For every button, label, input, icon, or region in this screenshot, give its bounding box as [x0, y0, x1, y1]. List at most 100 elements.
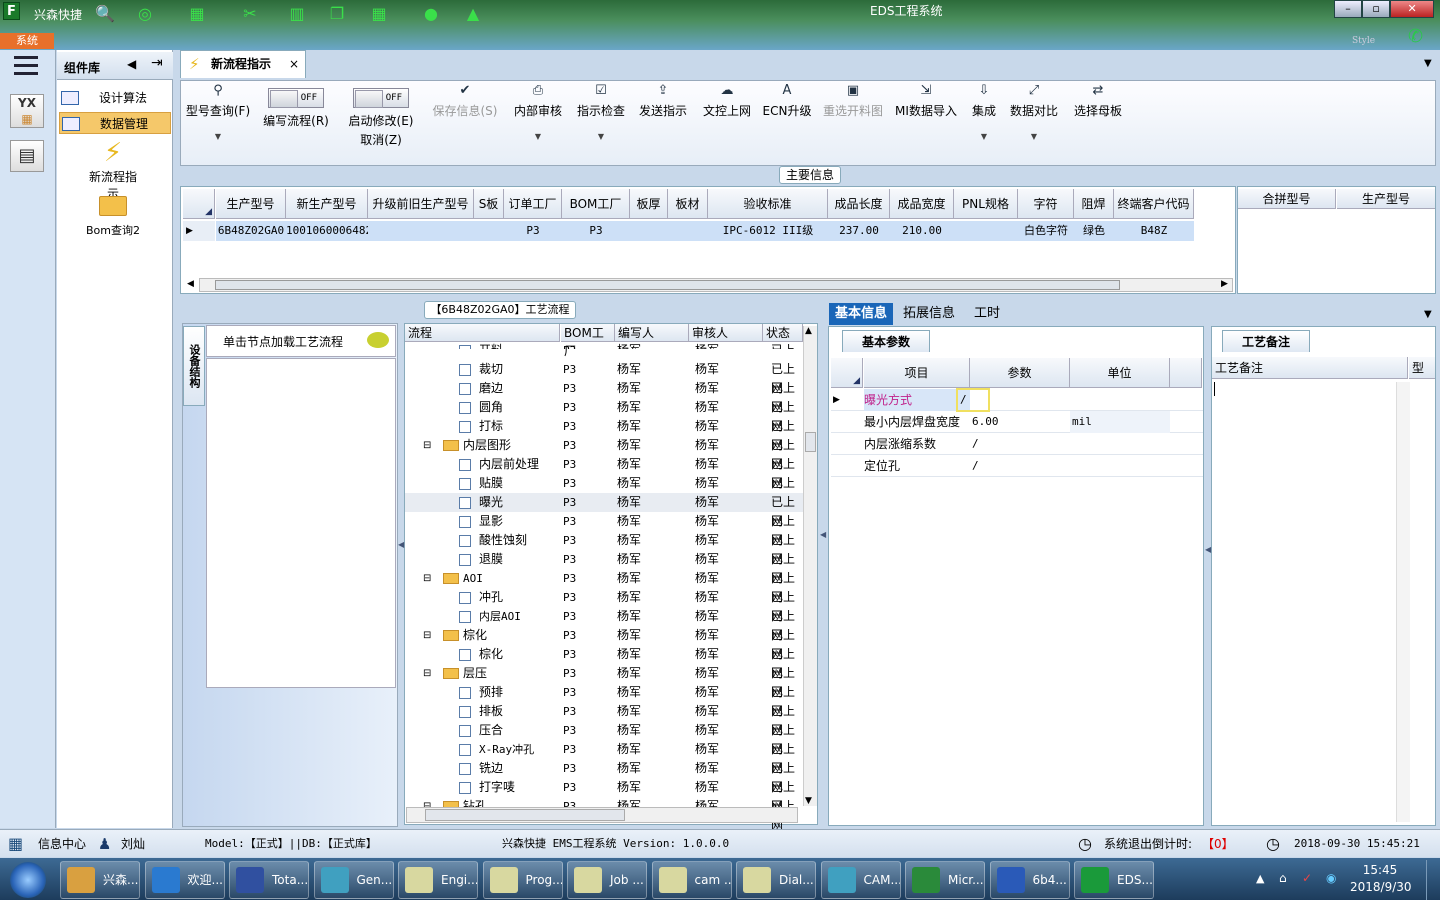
collapse-icon[interactable]: ⊟	[423, 569, 431, 588]
tab-process-memo[interactable]: 工艺备注	[1222, 330, 1310, 352]
sidebar-item-data-management[interactable]: 数据管理	[59, 112, 171, 134]
tab-new-flow[interactable]: ⚡ 新流程指示 ×	[180, 50, 306, 78]
start-button[interactable]	[2, 860, 54, 900]
flow-tree-row[interactable]: 圆角 P3 杨军 杨军 已上网	[405, 398, 803, 433]
sidebar-item-design-algorithm[interactable]: 设计算法	[59, 87, 171, 109]
search-icon[interactable]: 🔍	[94, 4, 116, 24]
tab-basic-info[interactable]: 基本信息	[829, 303, 893, 325]
hscroll-thumb[interactable]	[425, 809, 625, 821]
flow-tree-row[interactable]: 打字唛 P3 杨军 杨军 已上网	[405, 778, 803, 813]
collapse-icon[interactable]: ◀	[127, 57, 136, 71]
flow-tree-row[interactable]: 铣边 P3 杨军 杨军 已上网	[405, 759, 803, 794]
flow-tree-row[interactable]: X-Ray冲孔 P3 杨军 杨军 已上网	[405, 740, 803, 775]
dropdown-arrow-icon[interactable]: ▼	[184, 131, 252, 143]
tray-app-icon[interactable]: ✓	[1302, 871, 1312, 885]
toolbar-button-10[interactable]: ⇲ MI数据导入	[892, 82, 960, 119]
param-value[interactable]: /	[956, 388, 990, 412]
taskbar-item[interactable]: Micr...	[905, 861, 985, 899]
flow-col-header[interactable]: 编写人	[615, 324, 689, 342]
param-row[interactable]: 定位孔 /	[831, 455, 1203, 477]
minimize-button[interactable]: –	[1334, 0, 1363, 18]
splitter-handle-icon[interactable]: ◀	[1205, 545, 1211, 554]
toolbar-button-0[interactable]: ⚲ 型号查询(F) ▼	[184, 82, 252, 143]
main-grid-col-header[interactable]: 阻焊	[1074, 189, 1114, 219]
param-row[interactable]: 最小内层焊盘宽度 6.00 mil	[831, 411, 1203, 433]
user-icon[interactable]: ●	[420, 4, 442, 24]
tray-network-icon[interactable]: ⌂	[1279, 871, 1287, 885]
toolbar-button-4[interactable]: ⎙ 内部审核 ▼	[508, 82, 568, 143]
main-grid-cell[interactable]	[630, 221, 668, 241]
calculator-icon[interactable]: ▤	[10, 140, 44, 172]
flow-tree-row[interactable]: 磨边 P3 杨军 杨军 已上网	[405, 379, 803, 414]
flow-col-header[interactable]: BOM工厂	[561, 324, 615, 358]
memo-vscroll[interactable]	[1396, 382, 1410, 822]
dropdown-arrow-icon[interactable]: ▼	[572, 131, 630, 143]
params-col-unit[interactable]: 单位	[1070, 358, 1170, 388]
flow-tree-row[interactable]: 显影 P3 杨军 杨军 已上网	[405, 512, 803, 547]
yx-app-icon[interactable]: YX ▦	[10, 94, 44, 128]
flow-tree-vscroll[interactable]: ▲ ▼	[803, 326, 817, 806]
show-desktop-button[interactable]	[1426, 860, 1440, 900]
param-value[interactable]: /	[970, 455, 1070, 477]
main-grid-col-header[interactable]: 新生产型号	[286, 189, 368, 219]
toggle-switch[interactable]: OFF	[268, 88, 324, 108]
toolbar-button-8[interactable]: A ECN升级	[760, 82, 814, 119]
taskbar-item[interactable]: Dial...	[736, 861, 816, 899]
hscroll-thumb[interactable]	[215, 280, 1120, 290]
tray-expand-icon[interactable]: ▲	[1256, 872, 1264, 885]
flow-tree-row[interactable]: 退膜 P3 杨军 杨军 已上网	[405, 550, 803, 585]
table-icon[interactable]: ▦	[186, 4, 208, 24]
memo-col-header-2[interactable]: 型	[1409, 357, 1435, 379]
splitter-handle-icon[interactable]: ◀	[398, 540, 404, 549]
collapse-icon[interactable]: ⊟	[423, 436, 431, 455]
flow-tree-row[interactable]: ⊟ 棕化 P3 杨军 杨军 已上网	[405, 626, 803, 661]
main-grid-cell[interactable]	[474, 221, 504, 241]
film-icon[interactable]: ▥	[286, 4, 308, 24]
taskbar-item[interactable]: Job ...	[567, 861, 647, 899]
close-button[interactable]: ✕	[1390, 0, 1434, 18]
main-grid-col-header[interactable]: 字符	[1018, 189, 1074, 219]
taskbar-item[interactable]: 欢迎...	[144, 861, 225, 899]
info-center-link[interactable]: 信息中心	[38, 830, 86, 858]
taskbar-item[interactable]: EDS...	[1074, 861, 1154, 899]
flow-col-header[interactable]: 审核人	[689, 324, 763, 342]
main-grid-cell[interactable]: 10010600064829	[286, 221, 379, 241]
main-grid-col-header[interactable]: 成品宽度	[890, 189, 954, 219]
menu-icon[interactable]	[14, 56, 38, 76]
taskbar-item[interactable]: Gen...	[313, 861, 394, 899]
toolbar-button-5[interactable]: ☑ 指示检查 ▼	[572, 82, 630, 143]
tab-dropdown-icon[interactable]: ▼	[1424, 58, 1432, 69]
memo-textarea[interactable]	[1212, 380, 1396, 824]
scroll-up-icon[interactable]: ▲	[805, 326, 812, 336]
main-grid-col-header[interactable]: 板厚	[630, 189, 668, 219]
main-grid-cell[interactable]: P3	[504, 221, 562, 241]
main-grid-col-header[interactable]: BOM工厂	[562, 189, 630, 219]
flow-tree-row[interactable]: 棕化 P3 杨军 杨军 已上网	[405, 645, 803, 680]
scissors-icon[interactable]: ✂	[239, 4, 261, 24]
main-grid-cell[interactable]	[368, 221, 474, 241]
dropdown-arrow-icon[interactable]: ▼	[964, 131, 1004, 143]
memo-col-header[interactable]: 工艺备注	[1212, 357, 1408, 379]
main-grid-cell[interactable]: 绿色	[1074, 221, 1114, 241]
dropdown-arrow-icon[interactable]: ▼	[508, 131, 568, 143]
taskbar-item[interactable]: CAM...	[820, 861, 901, 899]
chart-icon[interactable]: ▲	[462, 4, 484, 24]
flow-tree-row[interactable]: ⊟ 层压 P3 杨军 杨军 已上网	[405, 664, 803, 699]
taskbar-clock[interactable]: 15:45 2018/9/30	[1350, 862, 1412, 896]
flow-col-header[interactable]: 状态	[763, 324, 803, 342]
tab-extended-info[interactable]: 拓展信息	[897, 303, 961, 325]
merge-model-header[interactable]: 合拼型号	[1238, 189, 1336, 209]
device-tree[interactable]	[206, 358, 396, 688]
tab-basic-params[interactable]: 基本参数	[842, 330, 930, 352]
toolbar-button-12[interactable]: ⤢ 数据对比 ▼	[1006, 82, 1062, 143]
main-grid-col-header[interactable]: 生产型号	[216, 189, 286, 219]
tray-volume-icon[interactable]: ◉	[1326, 871, 1336, 885]
main-grid-cell[interactable]: B48Z	[1114, 221, 1194, 241]
flow-tree-row[interactable]: 裁切 P3 杨军 杨军 已上网	[405, 360, 803, 395]
param-row[interactable]: 内层涨缩系数 /	[831, 433, 1203, 455]
flow-tree-row[interactable]: 开料 P3 杨军 杨军 已上网	[405, 341, 803, 349]
main-grid-col-header[interactable]: 终端客户代码	[1114, 189, 1194, 219]
toggle-switch[interactable]: OFF	[353, 88, 409, 108]
taskbar-item[interactable]: cam ...	[651, 861, 732, 899]
toolbar-button-7[interactable]: ☁ 文控上网	[698, 82, 756, 119]
